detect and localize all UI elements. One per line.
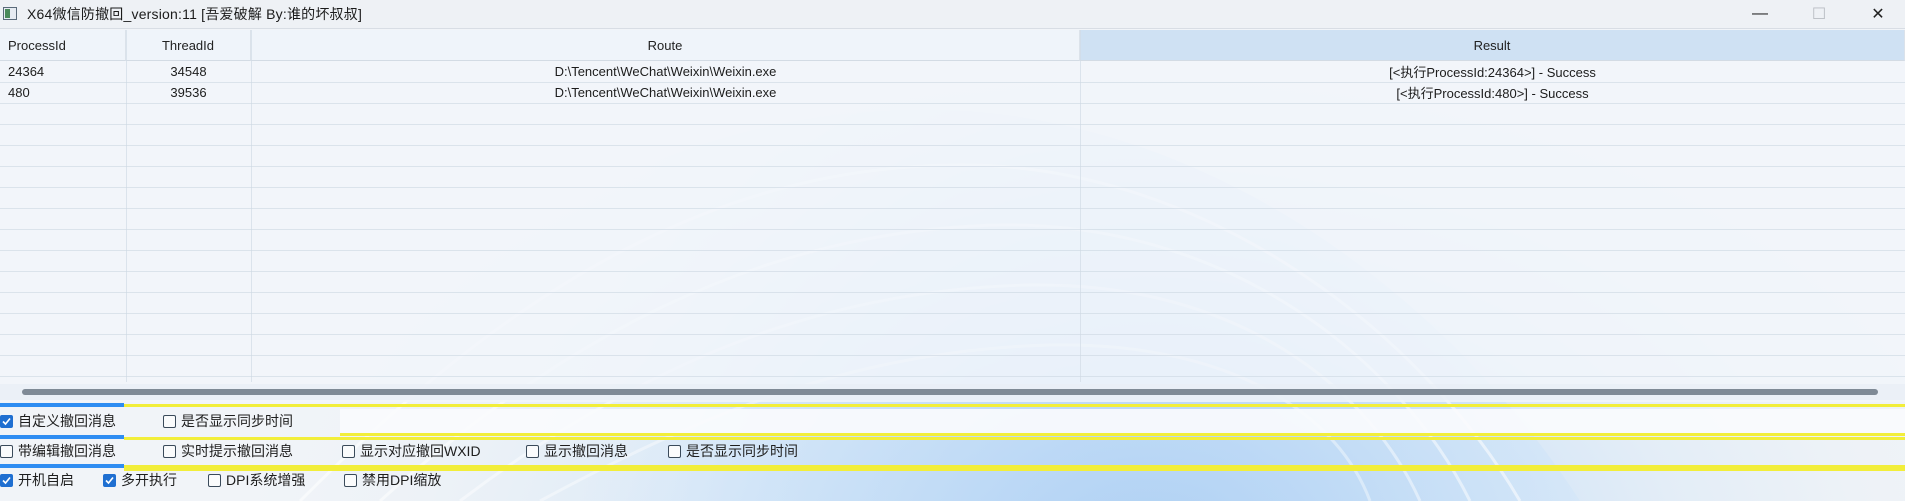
row-divider bbox=[0, 208, 1905, 209]
cell-route: D:\Tencent\WeChat\Weixin\Weixin.exe bbox=[554, 64, 777, 79]
checkbox-box[interactable] bbox=[103, 473, 116, 487]
checkbox-show-sync-time[interactable]: 是否显示同步时间 bbox=[163, 411, 293, 431]
close-icon: ✕ bbox=[1871, 6, 1885, 23]
row-divider bbox=[0, 103, 1905, 104]
close-button[interactable]: ✕ bbox=[1849, 0, 1905, 28]
checkbox-edit-recall-message[interactable]: 带编辑撤回消息 bbox=[0, 441, 116, 461]
checkbox-show-sync-time-2[interactable]: 是否显示同步时间 bbox=[668, 441, 798, 461]
row-divider bbox=[0, 229, 1905, 230]
checkbox-box[interactable] bbox=[344, 473, 357, 487]
checkbox-box[interactable] bbox=[526, 444, 539, 458]
highlight-line bbox=[124, 437, 1905, 440]
process-table[interactable]: ProcessId ThreadId Route Result 24364 34… bbox=[0, 30, 1905, 402]
minimize-button[interactable]: — bbox=[1731, 0, 1789, 28]
cell-processid: 480 bbox=[8, 85, 30, 100]
active-indicator bbox=[0, 435, 124, 439]
checkbox-box[interactable] bbox=[668, 444, 681, 458]
checkbox-box[interactable] bbox=[0, 473, 13, 487]
row-divider bbox=[0, 334, 1905, 335]
checkbox-realtime-recall-prompt[interactable]: 实时提示撤回消息 bbox=[163, 441, 293, 461]
column-header-threadid[interactable]: ThreadId bbox=[126, 30, 251, 61]
checkbox-label: 显示撤回消息 bbox=[544, 443, 628, 459]
row-divider bbox=[0, 82, 1905, 83]
row-divider bbox=[0, 271, 1905, 272]
checkbox-box[interactable] bbox=[0, 444, 13, 458]
row-divider bbox=[0, 145, 1905, 146]
horizontal-scrollbar[interactable] bbox=[0, 384, 1905, 400]
checkbox-label: 是否显示同步时间 bbox=[686, 443, 798, 459]
row-divider bbox=[0, 187, 1905, 188]
maximize-button[interactable]: ☐ bbox=[1790, 0, 1848, 28]
row-divider bbox=[0, 292, 1905, 293]
checkbox-label: 自定义撤回消息 bbox=[18, 413, 116, 429]
scrollbar-thumb[interactable] bbox=[22, 389, 1878, 395]
checkbox-label: 带编辑撤回消息 bbox=[18, 443, 116, 459]
check-icon bbox=[2, 417, 11, 425]
checkbox-label: 是否显示同步时间 bbox=[181, 413, 293, 429]
check-icon bbox=[105, 476, 114, 484]
checkbox-box[interactable] bbox=[163, 444, 176, 458]
column-header-route[interactable]: Route bbox=[251, 30, 1080, 61]
cell-threadid: 39536 bbox=[170, 85, 207, 100]
title-bar[interactable]: X64微信防撤回_version:11 [吾爱破解 By:谁的坏叔叔] — ☐ … bbox=[0, 0, 1905, 29]
checkbox-label: 实时提示撤回消息 bbox=[181, 443, 293, 459]
cell-processid: 24364 bbox=[8, 64, 45, 79]
checkbox-custom-recall-message[interactable]: 自定义撤回消息 bbox=[0, 411, 116, 431]
checkbox-label: 显示对应撤回WXID bbox=[360, 443, 481, 459]
column-header-result[interactable]: Result bbox=[1080, 30, 1905, 61]
checkbox-autostart[interactable]: 开机自启 bbox=[0, 470, 74, 490]
row-divider bbox=[0, 124, 1905, 125]
row-divider bbox=[0, 250, 1905, 251]
maximize-icon: ☐ bbox=[1811, 6, 1827, 23]
checkbox-show-recall-wxid[interactable]: 显示对应撤回WXID bbox=[342, 441, 481, 461]
checkbox-disable-dpi-scaling[interactable]: 禁用DPI缩放 bbox=[344, 470, 441, 490]
column-header-processid[interactable]: ProcessId bbox=[0, 30, 126, 61]
highlight-line bbox=[124, 404, 1905, 407]
active-indicator bbox=[0, 464, 124, 468]
app-icon bbox=[3, 6, 19, 22]
options-panel: 自定义撤回消息 是否显示同步时间 带编辑撤回消息 实时提示撤回消息 显示对应撤回… bbox=[0, 402, 1905, 501]
highlight-line bbox=[340, 433, 1905, 436]
checkbox-label: 禁用DPI缩放 bbox=[362, 472, 442, 488]
row-divider bbox=[0, 313, 1905, 314]
active-indicator bbox=[0, 403, 124, 407]
checkbox-label: 多开执行 bbox=[121, 472, 177, 488]
cell-result: [<执行ProcessId:24364>] - Success bbox=[1389, 65, 1596, 80]
checkbox-box[interactable] bbox=[208, 473, 221, 487]
checkbox-box[interactable] bbox=[163, 414, 176, 428]
checkbox-multi-instance[interactable]: 多开执行 bbox=[103, 470, 177, 490]
checkbox-box[interactable] bbox=[342, 444, 355, 458]
row-divider bbox=[0, 376, 1905, 377]
checkbox-box[interactable] bbox=[0, 414, 13, 428]
checkbox-dpi-enhance[interactable]: DPI系统增强 bbox=[208, 470, 305, 490]
cell-threadid: 34548 bbox=[170, 64, 207, 79]
window-title: X64微信防撤回_version:11 [吾爱破解 By:谁的坏叔叔] bbox=[27, 6, 363, 22]
row-divider bbox=[0, 166, 1905, 167]
checkbox-label: 开机自启 bbox=[18, 472, 74, 488]
cell-route: D:\Tencent\WeChat\Weixin\Weixin.exe bbox=[554, 85, 777, 100]
row-divider bbox=[0, 355, 1905, 356]
minimize-icon: — bbox=[1752, 5, 1768, 22]
checkbox-show-recall-message[interactable]: 显示撤回消息 bbox=[526, 441, 628, 461]
cell-result: [<执行ProcessId:480>] - Success bbox=[1396, 86, 1589, 101]
checkbox-label: DPI系统增强 bbox=[226, 472, 306, 488]
row-strip bbox=[340, 409, 1905, 433]
check-icon bbox=[2, 476, 11, 484]
